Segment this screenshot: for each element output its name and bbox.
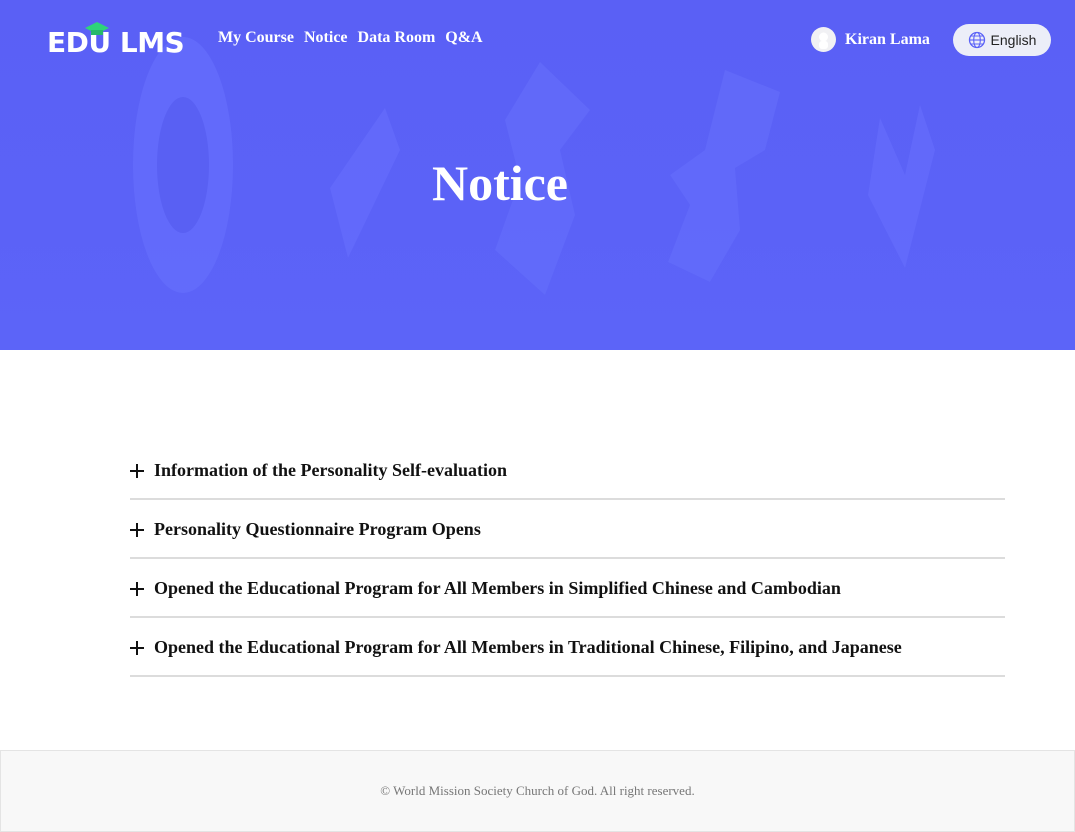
- edu-lms-logo[interactable]: EDU LMS: [47, 22, 185, 59]
- plus-icon: [130, 581, 144, 596]
- hero-banner: EDU LMS My Course Notice Data Room Q&A K…: [0, 0, 1075, 350]
- notice-title: Opened the Educational Program for All M…: [154, 637, 902, 657]
- notice-title: Opened the Educational Program for All M…: [154, 578, 841, 598]
- globe-icon: [968, 31, 985, 49]
- notice-title: Personality Questionnaire Program Opens: [154, 519, 481, 539]
- nav-qna[interactable]: Q&A: [445, 29, 482, 47]
- language-selector[interactable]: English: [953, 24, 1051, 56]
- notice-item[interactable]: Opened the Educational Program for All M…: [130, 620, 1005, 677]
- footer: © World Mission Society Church of God. A…: [0, 750, 1075, 832]
- plus-icon: [130, 463, 144, 478]
- nav-my-course[interactable]: My Course: [218, 29, 294, 47]
- notice-item[interactable]: Personality Questionnaire Program Opens: [130, 502, 1005, 559]
- user-profile[interactable]: Kiran Lama: [811, 27, 930, 52]
- nav-data-room[interactable]: Data Room: [358, 29, 436, 47]
- user-avatar-icon: [811, 27, 836, 52]
- main-nav: My Course Notice Data Room Q&A: [218, 29, 483, 47]
- user-name: Kiran Lama: [845, 30, 930, 48]
- notice-title: Information of the Personality Self-eval…: [154, 460, 507, 480]
- graduation-cap-icon: [85, 22, 109, 35]
- language-label: English: [990, 32, 1037, 48]
- notice-item[interactable]: Information of the Personality Self-eval…: [130, 443, 1005, 500]
- notice-list: Information of the Personality Self-eval…: [130, 443, 1005, 679]
- page-title: Notice: [431, 155, 569, 211]
- nav-notice[interactable]: Notice: [304, 29, 348, 47]
- copyright-text: © World Mission Society Church of God. A…: [380, 783, 695, 798]
- notice-item[interactable]: Opened the Educational Program for All M…: [130, 561, 1005, 618]
- plus-icon: [130, 522, 144, 537]
- logo-text: EDU LMS: [47, 26, 185, 59]
- plus-icon: [130, 640, 144, 655]
